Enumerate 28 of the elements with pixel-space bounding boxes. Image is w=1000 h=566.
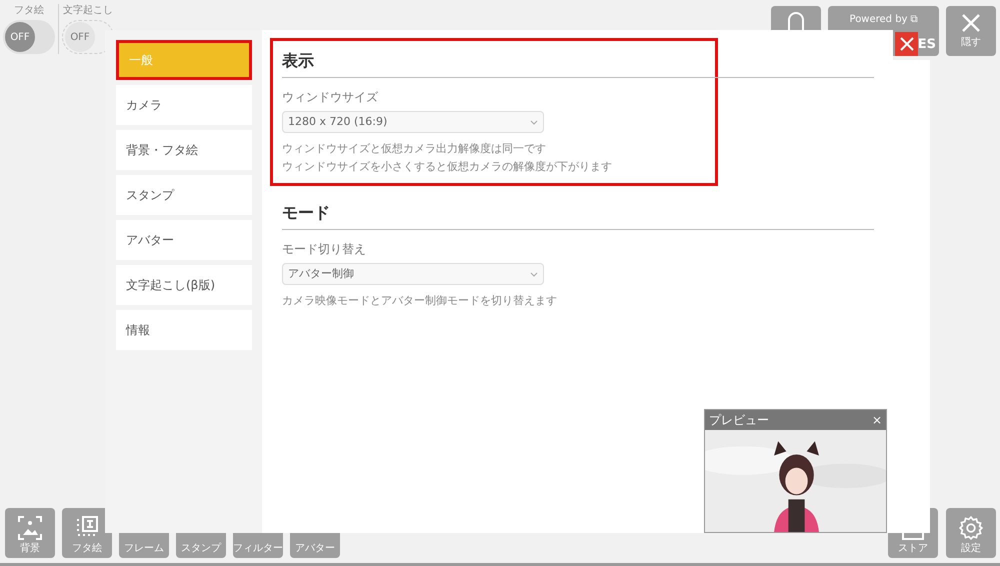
sidebar-item[interactable]: 一般 <box>116 40 252 80</box>
help-text: ウィンドウサイズと仮想カメラ出力解像度は同一です <box>282 141 547 157</box>
brand-text: ES <box>918 36 937 54</box>
hide-button[interactable]: 隠す <box>946 6 996 56</box>
dropdown[interactable]: 1280 x 720 (16:9) <box>282 111 544 133</box>
toggle-switch[interactable]: OFF <box>3 20 55 54</box>
help-text: ウィンドウサイズを小さくすると仮想カメラの解像度が下がります <box>282 159 613 175</box>
external-link-icon: ⧉ <box>910 12 918 27</box>
sidebar-item[interactable]: 文字起こし(β版) <box>116 265 252 305</box>
toolbar-button[interactable]: 背景 <box>5 508 55 558</box>
help-text: カメラ映像モードとアバター制御モードを切り替えます <box>282 293 558 309</box>
field-label: モード切り替え <box>282 241 367 258</box>
powered-by-text: Powered by <box>850 13 908 27</box>
sidebar-item[interactable]: カメラ <box>116 85 252 125</box>
toolbar-button[interactable]: 設定 <box>946 508 996 558</box>
toggle-label: 文字起こし <box>63 4 113 18</box>
toggle-label: フタ絵 <box>14 4 44 18</box>
toolbar-button[interactable]: フタ絵 <box>62 508 112 558</box>
sidebar-item[interactable]: 情報 <box>116 310 252 350</box>
close-button[interactable]: × <box>872 414 882 426</box>
preview-title: プレビュー <box>709 412 769 429</box>
field-label: ウィンドウサイズ <box>282 89 379 106</box>
section-title: 表示 <box>282 49 874 78</box>
sidebar-item[interactable]: アバター <box>116 220 252 260</box>
dropdown[interactable]: アバター制御 <box>282 263 544 285</box>
sidebar-item[interactable]: 背景・フタ絵 <box>116 130 252 170</box>
sidebar-item[interactable]: スタンプ <box>116 175 252 215</box>
section-title: モード <box>282 201 874 230</box>
